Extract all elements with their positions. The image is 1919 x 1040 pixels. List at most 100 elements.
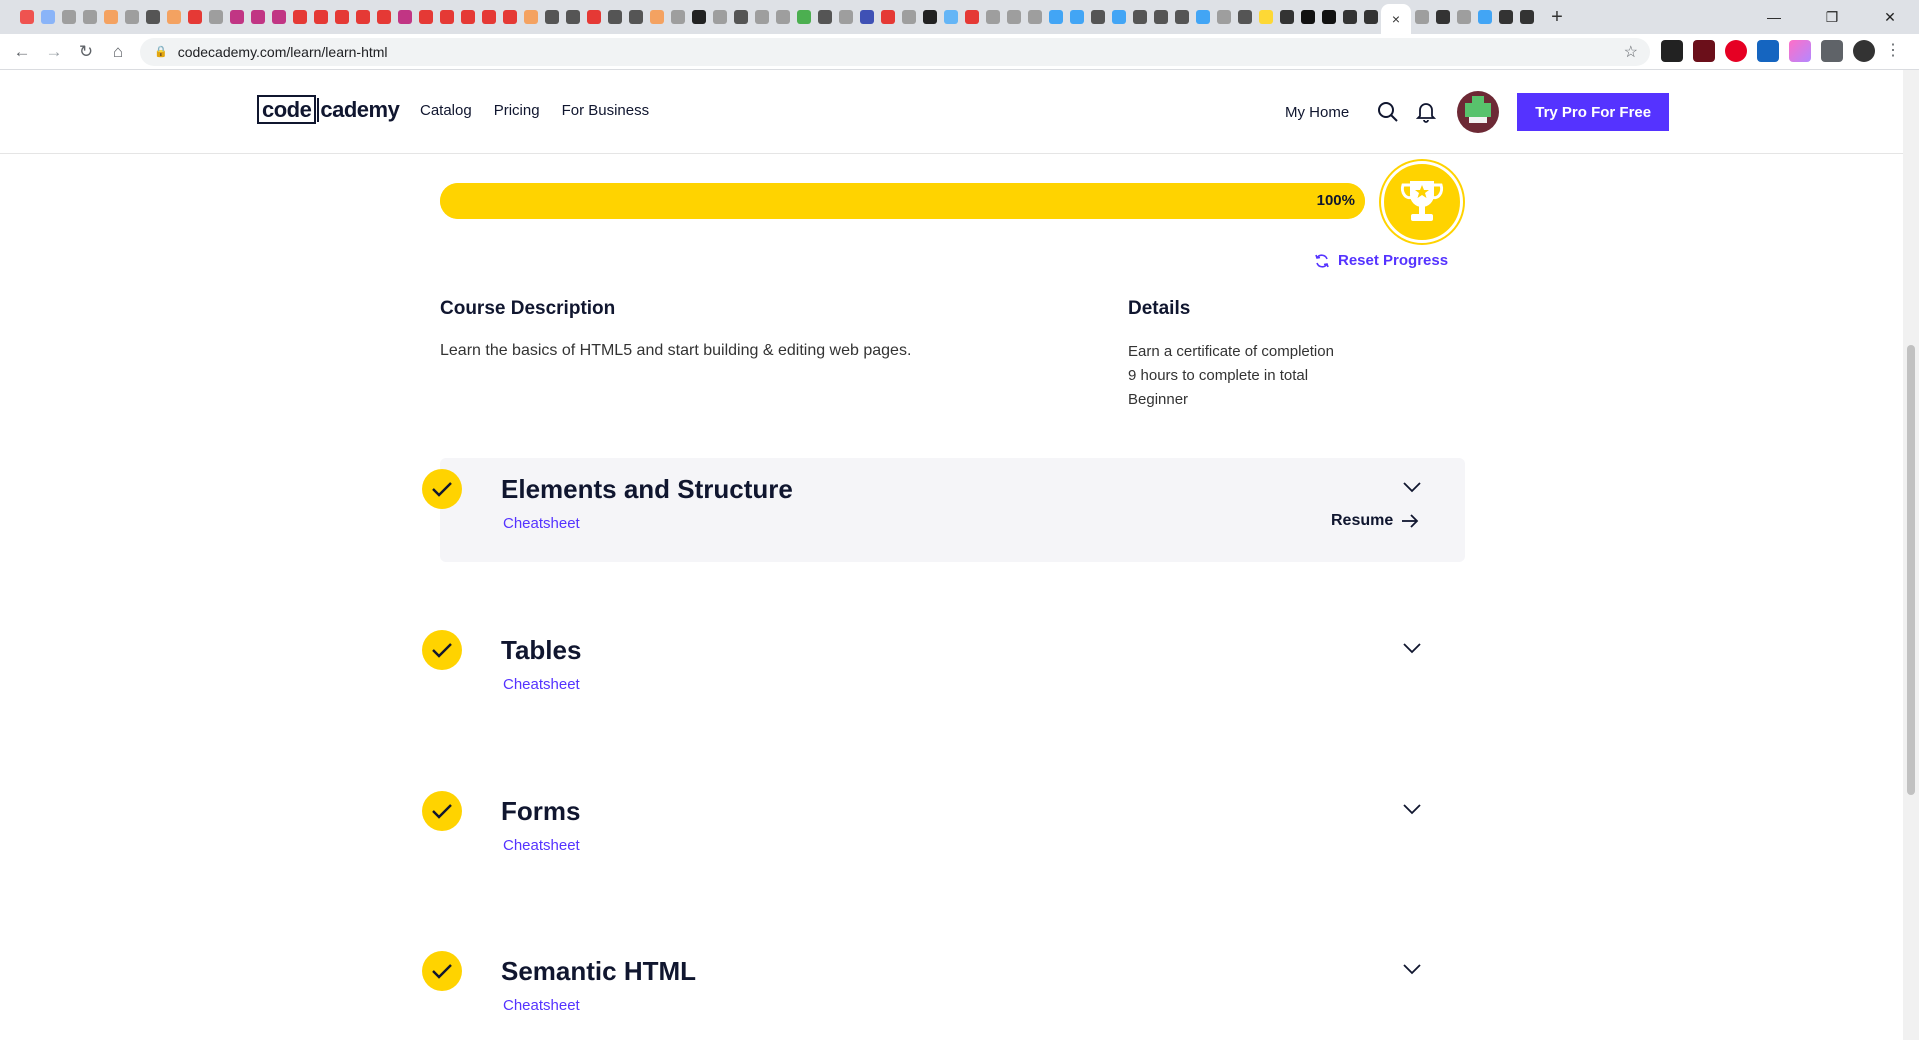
scrollbar-thumb[interactable] (1907, 345, 1915, 795)
restore-icon[interactable]: ❐ (1803, 0, 1861, 34)
tab-favicon[interactable] (772, 0, 793, 34)
tab-favicon[interactable] (1474, 0, 1495, 34)
new-tab-button[interactable]: + (1545, 6, 1569, 29)
tab-favicon[interactable] (940, 0, 961, 34)
tab-favicon[interactable] (436, 0, 457, 34)
tab-favicon[interactable] (520, 0, 541, 34)
minimize-icon[interactable]: — (1745, 0, 1803, 34)
tab-favicon[interactable] (331, 0, 352, 34)
codecademy-logo[interactable]: code cademy (257, 95, 400, 124)
tab-favicon[interactable] (1213, 0, 1234, 34)
module-title[interactable]: Tables (501, 635, 581, 666)
menu-kebab-icon[interactable]: ⋮ (1885, 40, 1901, 62)
tab-favicon[interactable] (247, 0, 268, 34)
tab-favicon[interactable] (625, 0, 646, 34)
tab-favicon[interactable] (121, 0, 142, 34)
cheatsheet-link[interactable]: Cheatsheet (503, 997, 580, 1014)
tab-favicon[interactable] (1087, 0, 1108, 34)
tab-favicon[interactable] (835, 0, 856, 34)
chevron-down-icon[interactable] (1402, 802, 1422, 820)
resume-button[interactable]: Resume (1331, 512, 1419, 530)
module-card[interactable]: Elements and Structure Cheatsheet Resume (422, 458, 1465, 562)
extension-icon[interactable] (1789, 40, 1811, 62)
reset-progress-button[interactable]: Reset Progress (1314, 252, 1448, 269)
tab-favicon[interactable] (1453, 0, 1474, 34)
tab-favicon[interactable] (919, 0, 940, 34)
module-title[interactable]: Forms (501, 796, 580, 827)
extension-icon[interactable] (1693, 40, 1715, 62)
cheatsheet-link[interactable]: Cheatsheet (503, 515, 580, 532)
tab-favicon[interactable] (1066, 0, 1087, 34)
active-tab-close-button[interactable]: × (1381, 4, 1411, 34)
tab-favicon[interactable] (499, 0, 520, 34)
tab-favicon[interactable] (1516, 0, 1537, 34)
tab-favicon[interactable] (709, 0, 730, 34)
nav-catalog[interactable]: Catalog (420, 102, 472, 119)
tab-favicon[interactable] (373, 0, 394, 34)
tab-favicon[interactable] (1171, 0, 1192, 34)
module-card[interactable]: Tables Cheatsheet (422, 619, 1465, 723)
tab-favicon[interactable] (1192, 0, 1213, 34)
tab-favicon[interactable] (289, 0, 310, 34)
module-card[interactable]: Semantic HTML Cheatsheet (422, 940, 1465, 1040)
tab-favicon[interactable] (58, 0, 79, 34)
tab-favicon[interactable] (142, 0, 163, 34)
tab-favicon[interactable] (1360, 0, 1381, 34)
tab-favicon[interactable] (1318, 0, 1339, 34)
tab-favicon[interactable] (1297, 0, 1318, 34)
tab-favicon[interactable] (1276, 0, 1297, 34)
tab-favicon[interactable] (79, 0, 100, 34)
tab-favicon[interactable] (394, 0, 415, 34)
tab-favicon[interactable] (583, 0, 604, 34)
puzzle-icon[interactable] (1821, 40, 1843, 62)
tab-favicon[interactable] (604, 0, 625, 34)
tab-favicon[interactable] (1339, 0, 1360, 34)
tab-favicon[interactable] (982, 0, 1003, 34)
tab-favicon[interactable] (205, 0, 226, 34)
tab-favicon[interactable] (352, 0, 373, 34)
bell-icon[interactable] (1407, 93, 1445, 131)
tab-favicon[interactable] (730, 0, 751, 34)
my-home-link[interactable]: My Home (1285, 104, 1349, 121)
tab-favicon[interactable] (457, 0, 478, 34)
tab-favicon[interactable] (415, 0, 436, 34)
tab-favicon[interactable] (1129, 0, 1150, 34)
bookmark-star-icon[interactable]: ☆ (1624, 42, 1638, 62)
tab-favicon[interactable] (1108, 0, 1129, 34)
chevron-down-icon[interactable] (1402, 641, 1422, 659)
chevron-down-icon[interactable] (1402, 480, 1422, 498)
cheatsheet-link[interactable]: Cheatsheet (503, 837, 580, 854)
tab-favicon[interactable] (226, 0, 247, 34)
tab-favicon[interactable] (184, 0, 205, 34)
tab-favicon[interactable] (100, 0, 121, 34)
tab-favicon[interactable] (646, 0, 667, 34)
tab-favicon[interactable] (898, 0, 919, 34)
tab-favicon[interactable] (1411, 0, 1432, 34)
profile-avatar-icon[interactable] (1853, 40, 1875, 62)
page-scrollbar[interactable] (1903, 70, 1919, 1040)
module-title[interactable]: Elements and Structure (501, 474, 793, 505)
tab-favicon[interactable] (877, 0, 898, 34)
tab-favicon[interactable] (688, 0, 709, 34)
tab-favicon[interactable] (163, 0, 184, 34)
tab-favicon[interactable] (856, 0, 877, 34)
search-icon[interactable] (1369, 93, 1407, 131)
address-bar[interactable]: 🔒 codecademy.com/learn/learn-html ☆ (140, 37, 1650, 66)
tab-favicon[interactable] (1045, 0, 1066, 34)
tab-favicon[interactable] (478, 0, 499, 34)
nav-for-business[interactable]: For Business (562, 102, 650, 119)
try-pro-button[interactable]: Try Pro For Free (1517, 93, 1670, 131)
avatar[interactable] (1457, 91, 1500, 133)
tab-favicon[interactable] (310, 0, 331, 34)
home-icon[interactable]: ⌂ (102, 36, 134, 68)
close-icon[interactable]: ✕ (1861, 0, 1919, 34)
forward-icon[interactable]: → (38, 36, 70, 68)
tab-favicon[interactable] (16, 0, 37, 34)
cheatsheet-link[interactable]: Cheatsheet (503, 676, 580, 693)
tab-favicon[interactable] (562, 0, 583, 34)
tab-favicon[interactable] (37, 0, 58, 34)
tab-favicon[interactable] (1234, 0, 1255, 34)
pinterest-icon[interactable] (1725, 40, 1747, 62)
extension-icon[interactable] (1757, 40, 1779, 62)
tab-favicon[interactable] (1024, 0, 1045, 34)
